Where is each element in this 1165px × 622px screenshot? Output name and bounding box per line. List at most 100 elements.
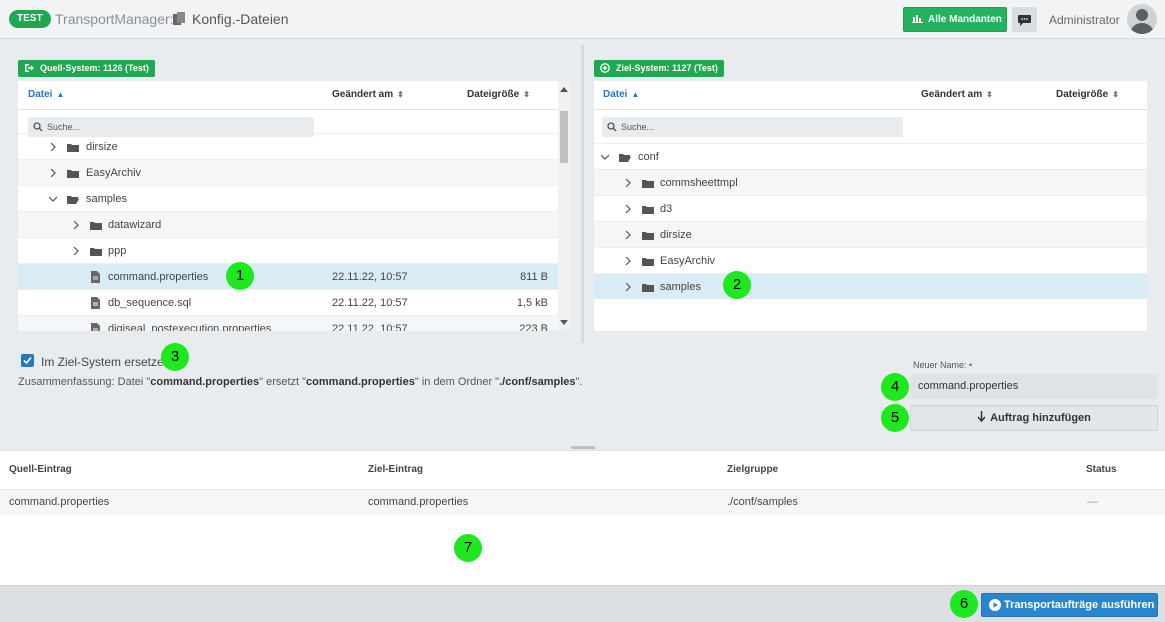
chevron-down-icon[interactable] [49,195,57,203]
header-divider [594,109,1147,110]
target-row-d3[interactable]: d3 [594,195,1147,221]
source-row-samples[interactable]: samples [18,185,558,211]
source-system-badge: Quell-System: 1126 (Test) [18,60,155,77]
row-label: conf [638,151,659,163]
footer-bar: Transportaufträge ausführen [0,585,1165,622]
transport-jobs-table: Quell-Eintrag Ziel-Eintrag Zielgruppe St… [0,451,1165,585]
app-title: TransportManager: [55,11,174,27]
annotation-marker-6: 6 [950,590,978,618]
user-icon [1130,9,1154,34]
row-size: 1,5 kB [516,297,548,309]
chevron-right-icon[interactable] [72,221,80,229]
search-icon [33,122,43,132]
target-row-dirsize[interactable]: dirsize [594,221,1147,247]
source-row-command-properties[interactable]: command.properties 22.11.22, 10:57 811 B [18,263,558,289]
panel-splitter[interactable] [581,45,584,343]
chevron-right-icon[interactable] [624,231,632,239]
source-system-label: Quell-System: 1126 (Test) [40,63,149,73]
bar-chart-icon [912,15,923,23]
row-size: 811 B [520,271,548,283]
target-col-file[interactable]: Datei ▲ [603,81,639,109]
job-target: command.properties [368,496,469,508]
source-search-placeholder: Suche... [47,122,81,132]
scroll-thumb[interactable] [560,111,568,163]
jobs-col-source: Quell-Eintrag [9,464,72,475]
chevron-right-icon[interactable] [624,283,632,291]
row-label: d3 [660,203,673,215]
target-row-easyarchiv[interactable]: EasyArchiv [594,247,1147,273]
folder-icon [67,170,79,178]
table-row[interactable]: command.properties command.properties ./… [0,489,1165,515]
source-scrollbar[interactable] [558,81,570,331]
chevron-right-icon[interactable] [624,205,632,213]
sign-out-icon [25,64,34,72]
row-label: samples [86,193,127,205]
target-col-changed[interactable]: Geändert am ⬍ [921,81,993,109]
source-row-datawizard[interactable]: datawizard [18,211,558,237]
chevron-down-icon[interactable] [601,153,609,161]
folder-icon [642,284,654,292]
job-group: ./conf/samples [727,496,798,508]
chat-icon [1018,15,1031,26]
target-row-conf[interactable]: conf [594,143,1147,169]
source-col-file[interactable]: Datei ▲ [28,81,64,109]
job-status: — [1087,496,1098,508]
target-row-commsheettmpl[interactable]: commsheettmpl [594,169,1147,195]
source-col-changed[interactable]: Geändert am ⬍ [332,81,404,109]
source-tree: dirsize EasyArchiv samples datawizard pp… [18,133,558,331]
source-row-dirsize[interactable]: dirsize [18,133,558,159]
all-clients-label: Alle Mandanten [928,14,1002,25]
add-job-button[interactable]: Auftrag hinzufügen [910,405,1158,431]
run-transport-jobs-button[interactable]: Transportaufträge ausführen [981,593,1158,617]
target-system-badge: Ziel-System: 1127 (Test) [594,60,724,77]
run-transport-jobs-label: Transportaufträge ausführen [1004,599,1155,611]
scroll-down-icon[interactable] [560,318,568,326]
source-row-digiseal[interactable]: digiseal_postexecution.properties 22.11.… [18,315,558,331]
target-col-size[interactable]: Dateigröße ⬍ [1056,81,1119,109]
page-title: Konfig.-Dateien [192,11,289,27]
new-name-input[interactable]: command.properties [910,374,1158,399]
replace-in-target-label[interactable]: Im Ziel-System ersetzen [41,355,170,369]
splitter-grip[interactable] [571,446,595,449]
annotation-marker-4: 4 [881,373,909,401]
row-label: command.properties [108,271,209,283]
chevron-right-icon[interactable] [49,169,57,177]
chat-button[interactable] [1012,7,1037,32]
annotation-marker-1: 1 [226,262,254,290]
source-row-easyarchiv[interactable]: EasyArchiv [18,159,558,185]
target-tree: conf commsheettmpl d3 dirsize EasyArchiv… [594,143,1147,303]
check-icon [23,356,32,365]
folder-icon [642,206,654,214]
chevron-right-icon[interactable] [624,179,632,187]
annotation-marker-7: 7 [454,534,482,562]
row-label: digiseal_postexecution.properties [108,323,272,331]
target-search-input[interactable]: Suche... [602,117,903,137]
all-clients-button[interactable]: Alle Mandanten [903,7,1007,32]
row-label: db_sequence.sql [108,297,192,309]
folder-open-icon [67,196,79,204]
user-name[interactable]: Administrator [1049,13,1120,27]
annotation-marker-5: 5 [881,404,909,432]
scroll-up-icon[interactable] [560,86,568,94]
replace-in-target-checkbox[interactable] [21,354,34,367]
folder-icon [90,248,102,256]
source-col-size[interactable]: Dateigröße ⬍ [467,81,530,109]
chevron-right-icon[interactable] [49,143,57,151]
user-avatar[interactable] [1127,4,1157,34]
chevron-right-icon[interactable] [72,247,80,255]
row-date: 22.11.22, 10:57 [332,271,408,283]
chevron-right-icon[interactable] [624,257,632,265]
row-label: datawizard [108,219,162,231]
target-system-label: Ziel-System: 1127 (Test) [616,63,718,73]
add-job-label: Auftrag hinzufügen [990,412,1091,424]
play-circle-icon [989,599,1001,611]
folder-icon [642,180,654,188]
target-row-samples[interactable]: samples [594,273,1147,299]
jobs-col-group: Zielgruppe [727,464,779,475]
folder-icon [642,258,654,266]
jobs-col-status: Status [1086,464,1117,475]
source-row-ppp[interactable]: ppp [18,237,558,263]
target-icon [600,63,610,73]
arrow-down-icon [977,411,986,422]
source-row-db-sequence[interactable]: db_sequence.sql 22.11.22, 10:57 1,5 kB [18,289,558,315]
